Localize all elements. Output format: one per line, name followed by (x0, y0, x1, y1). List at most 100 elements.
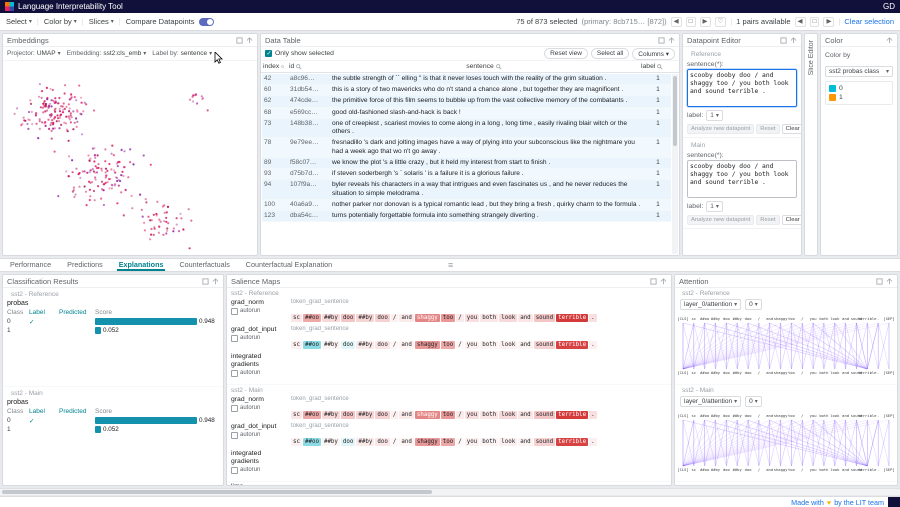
label-select[interactable]: 1▾ (706, 201, 723, 212)
columns-button[interactable]: Columns ▾ (632, 48, 675, 60)
attention-layer-select[interactable]: layer_0/attention▾ (680, 396, 741, 407)
prev-datapoint-button[interactable]: ◀ (671, 17, 682, 27)
pair-select-button[interactable]: □ (810, 17, 820, 27)
table-row[interactable]: 123dba54c…turns potentially forgettable … (262, 211, 671, 222)
reset-button[interactable]: Reset (756, 124, 779, 134)
sentence-textarea[interactable]: scooby dooby doo / and shaggy too / you … (687, 69, 797, 107)
cell-sentence: we know the plot 's a little crazy , but… (330, 158, 645, 168)
table-row[interactable]: 42a8c96…the subtle strength of `` elling… (262, 74, 671, 85)
autorun-checkbox[interactable]: autorun (231, 335, 291, 342)
maximize-icon[interactable] (886, 278, 893, 285)
data-table-panel: Data Table Only show selected Reset view… (260, 33, 680, 256)
popout-icon[interactable] (658, 37, 665, 44)
clear-selection-link[interactable]: Clear selection (844, 17, 894, 26)
column-header-sentence[interactable]: sentence (329, 63, 639, 70)
vertical-scrollbar[interactable] (672, 74, 678, 254)
embedding-select[interactable]: Embedding:sst2:cls_emb▾ (67, 50, 147, 57)
model-name: sst2 - Reference (678, 288, 894, 298)
label-select[interactable]: 1▾ (706, 110, 723, 121)
slice-editor-collapsed-tab[interactable]: Slice Editor (804, 33, 818, 256)
salience-token: . (589, 411, 597, 419)
prev-pair-button[interactable]: ◀ (795, 17, 806, 27)
sentence-textarea[interactable]: scooby dooby doo / and shaggy too / you … (687, 160, 797, 198)
cell-sentence: the subtle strength of `` elling '' is t… (330, 74, 645, 84)
label-by-select[interactable]: Label by:sentence▾ (152, 50, 212, 57)
projector-select[interactable]: Projector:UMAP▾ (7, 50, 61, 57)
score-value: 0.948 (199, 417, 215, 424)
search-icon[interactable] (296, 64, 302, 70)
maximize-icon[interactable] (886, 37, 893, 44)
color-by-select[interactable]: sst2 probas class▾ (825, 66, 893, 77)
autorun-checkbox[interactable]: autorun (231, 405, 291, 412)
autorun-checkbox[interactable]: autorun (231, 370, 291, 377)
column-header-id[interactable]: id (287, 63, 329, 70)
reset-button[interactable]: Reset (756, 215, 779, 225)
search-icon[interactable] (281, 64, 285, 70)
salience-token: and (399, 341, 413, 349)
popout-icon[interactable] (650, 278, 657, 285)
next-datapoint-button[interactable]: ▶ (700, 17, 711, 27)
maximize-icon[interactable] (790, 37, 797, 44)
cell-sentence: one of creepiest , scariest movies to co… (330, 119, 645, 137)
color-by-menu[interactable]: Color by▾ (44, 17, 77, 26)
svg-text:and: and (766, 413, 773, 418)
svg-text:[CLS]: [CLS] (678, 467, 689, 472)
popout-icon[interactable] (876, 278, 883, 285)
table-row[interactable]: 6031db54…this is a story of two maverick… (262, 85, 671, 96)
search-icon[interactable] (657, 64, 663, 70)
table-row[interactable]: 10040a6a9…nother parker nor donovan is a… (262, 200, 671, 211)
salience-token: shaggy (415, 438, 440, 446)
autorun-checkbox[interactable]: autorun (231, 432, 291, 439)
maximize-icon[interactable] (660, 278, 667, 285)
random-datapoint-button[interactable]: □ (686, 17, 696, 27)
select-menu[interactable]: Select▾ (6, 17, 32, 26)
autorun-checkbox[interactable]: autorun (231, 467, 291, 474)
clear-button[interactable]: Clear (782, 124, 802, 134)
analyze-new-datapoint-button[interactable]: Analyze new datapoint (687, 124, 754, 134)
embedding-scatter-plot[interactable] (3, 61, 257, 255)
table-row[interactable]: 89f58c07…we know the plot 's a little cr… (262, 158, 671, 169)
column-header-index[interactable]: index (261, 63, 287, 70)
table-row[interactable]: 73148b38…one of creepiest , scariest mov… (262, 119, 671, 138)
table-row[interactable]: 68e569cc…good old-fashioned slash-and-ha… (262, 108, 671, 119)
horizontal-scrollbar[interactable] (0, 488, 900, 495)
reset-view-button[interactable]: Reset view (544, 48, 588, 59)
color-panel: Color Color by sst2 probas class▾ 0 1 (820, 33, 898, 256)
user-badge[interactable]: GD (883, 2, 895, 11)
search-icon[interactable] (496, 64, 502, 70)
maximize-icon[interactable] (212, 278, 219, 285)
svg-text:.: . (877, 370, 879, 375)
clear-button[interactable]: Clear (782, 215, 802, 225)
tab-counterfactual-explanation[interactable]: Counterfactual Explanation (244, 259, 334, 271)
maximize-icon[interactable] (668, 37, 675, 44)
next-pair-button[interactable]: ▶ (823, 17, 834, 27)
table-row[interactable]: 789e79ee…fresnadillo 's dark and jolting… (262, 138, 671, 157)
cell-index: 60 (262, 85, 288, 95)
autorun-checkbox[interactable]: autorun (231, 308, 291, 315)
table-row[interactable]: 93d75b7d…if steven soderbergh 's ` solar… (262, 169, 671, 180)
attention-head-select[interactable]: 0▾ (745, 396, 762, 407)
column-header-label[interactable]: label (639, 63, 671, 70)
table-row[interactable]: 62474cde…the primitive force of this fil… (262, 96, 671, 107)
tab-counterfactuals[interactable]: Counterfactuals (177, 259, 231, 271)
tab-predictions[interactable]: Predictions (65, 259, 105, 271)
tab-performance[interactable]: Performance (8, 259, 53, 271)
select-all-button[interactable]: Select all (591, 48, 629, 59)
slices-menu[interactable]: Slices▾ (89, 17, 114, 26)
maximize-icon[interactable] (246, 37, 253, 44)
toggle-switch[interactable] (199, 18, 214, 26)
table-row[interactable]: 94107f9a…byler reveals his characters in… (262, 180, 671, 199)
popout-icon[interactable] (780, 37, 787, 44)
popout-icon[interactable] (202, 278, 209, 285)
attention-head-select[interactable]: 0▾ (745, 299, 762, 310)
tab-explanations[interactable]: Explanations (117, 259, 166, 271)
analyze-new-datapoint-button[interactable]: Analyze new datapoint (687, 215, 754, 225)
score-value: 0.052 (103, 426, 119, 433)
only-show-selected-checkbox[interactable] (265, 50, 272, 57)
splitter-drag-handle[interactable]: ≡ (448, 259, 453, 272)
popout-icon[interactable] (236, 37, 243, 44)
salience-token: / (391, 411, 399, 419)
attention-layer-select[interactable]: layer_0/attention▾ (680, 299, 741, 310)
favorite-datapoint-button[interactable]: ♡ (715, 17, 727, 27)
compare-datapoints-toggle[interactable]: Compare Datapoints (126, 17, 214, 26)
